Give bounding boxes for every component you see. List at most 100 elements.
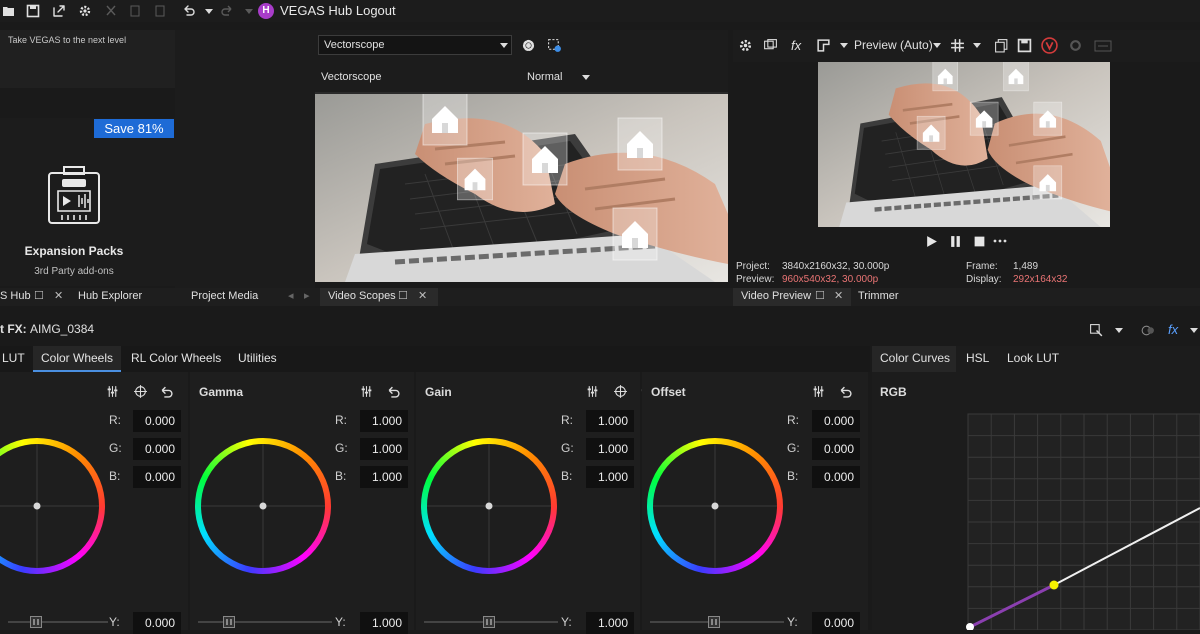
channel-label-g: G:: [109, 441, 122, 455]
play-icon[interactable]: [925, 235, 938, 248]
color-wheel[interactable]: [647, 438, 783, 574]
scope-target-icon[interactable]: [547, 38, 562, 53]
fx-bypass-icon[interactable]: [1089, 323, 1104, 338]
luma-slider-thumb[interactable]: [30, 616, 42, 628]
copy-icon[interactable]: [128, 4, 142, 18]
tab-video-preview[interactable]: Video Preview: [741, 290, 811, 302]
stop-icon[interactable]: [973, 235, 986, 248]
sliders-icon[interactable]: [812, 385, 825, 398]
project-label: Project:: [736, 261, 770, 272]
tab-scroll-left-icon[interactable]: ◂: [288, 289, 294, 302]
channel-value-g[interactable]: 1.000: [586, 438, 634, 460]
paste-icon[interactable]: [153, 4, 167, 18]
pause-icon[interactable]: [949, 235, 962, 248]
tab-color-curves[interactable]: Color Curves: [880, 351, 950, 365]
channel-value-r[interactable]: 0.000: [812, 410, 860, 432]
scope-mode-select[interactable]: Normal: [527, 71, 562, 83]
channel-value-y[interactable]: 1.000: [586, 612, 634, 634]
scope-type-select[interactable]: Vectorscope: [318, 35, 512, 55]
crosshair-icon[interactable]: [613, 384, 628, 399]
channel-value-y[interactable]: 0.000: [812, 612, 860, 634]
sliders-icon[interactable]: [360, 385, 373, 398]
hub-avatar[interactable]: H: [258, 3, 274, 19]
tab-hub[interactable]: S Hub: [0, 290, 31, 302]
luma-slider-track: [8, 621, 108, 623]
external-monitor-icon[interactable]: [763, 38, 778, 53]
undo-dropdown-icon[interactable]: [205, 9, 213, 14]
close-icon[interactable]: ✕: [418, 289, 427, 302]
channel-value-r[interactable]: 0.000: [133, 410, 181, 432]
luma-slider-thumb[interactable]: [483, 616, 495, 628]
tab-color-wheels[interactable]: Color Wheels: [41, 351, 113, 365]
fx-toggle-icon[interactable]: [1140, 323, 1155, 338]
tab-rl-color-wheels[interactable]: RL Color Wheels: [131, 351, 221, 365]
tab-trimmer[interactable]: Trimmer: [858, 290, 899, 302]
chevron-down-icon: [973, 43, 981, 48]
save-snapshot-icon[interactable]: [1017, 38, 1032, 53]
color-wheel[interactable]: [0, 438, 105, 574]
float-window-icon[interactable]: ☐: [398, 289, 408, 302]
reset-icon[interactable]: [839, 385, 852, 398]
redo-icon[interactable]: [220, 4, 234, 18]
color-wheel[interactable]: [195, 438, 331, 574]
gear-icon[interactable]: [738, 38, 753, 53]
channel-value-g[interactable]: 0.000: [812, 438, 860, 460]
copy-snapshot-icon[interactable]: [994, 38, 1009, 53]
luma-slider-thumb[interactable]: [223, 616, 235, 628]
fx-chain-icon[interactable]: fx: [1168, 322, 1178, 337]
tab-hub-explorer[interactable]: Hub Explorer: [78, 290, 142, 302]
export-icon[interactable]: [52, 4, 66, 18]
tab-look-lut[interactable]: Look LUT: [1007, 351, 1059, 365]
save-icon[interactable]: [26, 4, 40, 18]
overlay-icon[interactable]: [1094, 40, 1112, 52]
channel-value-y[interactable]: 1.000: [360, 612, 408, 634]
tab-scroll-right-icon[interactable]: ▸: [304, 289, 310, 302]
sliders-icon[interactable]: [586, 385, 599, 398]
gear-icon[interactable]: [521, 38, 536, 53]
sliders-icon[interactable]: [106, 385, 119, 398]
hub-logout-link[interactable]: VEGAS Hub Logout: [280, 3, 396, 18]
color-wheel[interactable]: [421, 438, 557, 574]
channel-value-g[interactable]: 0.000: [133, 438, 181, 460]
preview-value: 960x540x32, 30.000p: [782, 274, 879, 285]
luma-slider-thumb[interactable]: [708, 616, 720, 628]
channel-value-b[interactable]: 1.000: [586, 466, 634, 488]
channel-label-b: B:: [561, 469, 573, 483]
fx-icon[interactable]: fx: [791, 38, 801, 53]
channel-value-b[interactable]: 0.000: [133, 466, 181, 488]
tab-utilities[interactable]: Utilities: [238, 351, 277, 365]
open-folder-icon[interactable]: [2, 4, 16, 18]
channel-value-r[interactable]: 1.000: [360, 410, 408, 432]
channel-value-g[interactable]: 1.000: [360, 438, 408, 460]
settings-icon[interactable]: [78, 4, 92, 18]
reset-icon[interactable]: [160, 385, 173, 398]
channel-value-b[interactable]: 1.000: [360, 466, 408, 488]
redo-dropdown-icon[interactable]: [245, 9, 253, 14]
channel-value-y[interactable]: 0.000: [133, 612, 181, 634]
close-icon[interactable]: ✕: [834, 289, 843, 302]
tab-hsl[interactable]: HSL: [966, 351, 989, 365]
close-icon[interactable]: ✕: [54, 289, 63, 302]
tab-lut[interactable]: LUT: [2, 351, 25, 365]
preview-quality-select[interactable]: Preview (Auto): [854, 38, 933, 52]
crosshair-icon[interactable]: [133, 384, 148, 399]
float-window-icon[interactable]: ☐: [815, 289, 825, 302]
split-screen-icon[interactable]: [816, 38, 831, 53]
tab-video-scopes[interactable]: Video Scopes: [328, 290, 396, 302]
grid-icon[interactable]: [950, 38, 965, 53]
undo-icon[interactable]: [182, 4, 196, 18]
float-window-icon[interactable]: ☐: [34, 289, 44, 302]
rgb-curve-graph[interactable]: [960, 408, 1200, 630]
channel-label-r: R:: [109, 413, 121, 427]
cut-icon[interactable]: [104, 4, 118, 18]
chevron-down-icon: [1190, 328, 1198, 333]
channel-value-r[interactable]: 1.000: [586, 410, 634, 432]
curve-control-point[interactable]: [1049, 580, 1059, 590]
vegas-v-icon[interactable]: [1041, 37, 1058, 54]
channel-value-b[interactable]: 0.000: [812, 466, 860, 488]
reset-icon[interactable]: [387, 385, 400, 398]
tab-project-media[interactable]: Project Media: [191, 290, 258, 302]
color-picker-icon[interactable]: [1068, 38, 1083, 53]
more-options-icon[interactable]: [993, 238, 1007, 244]
preview-label: Preview:: [736, 274, 775, 285]
